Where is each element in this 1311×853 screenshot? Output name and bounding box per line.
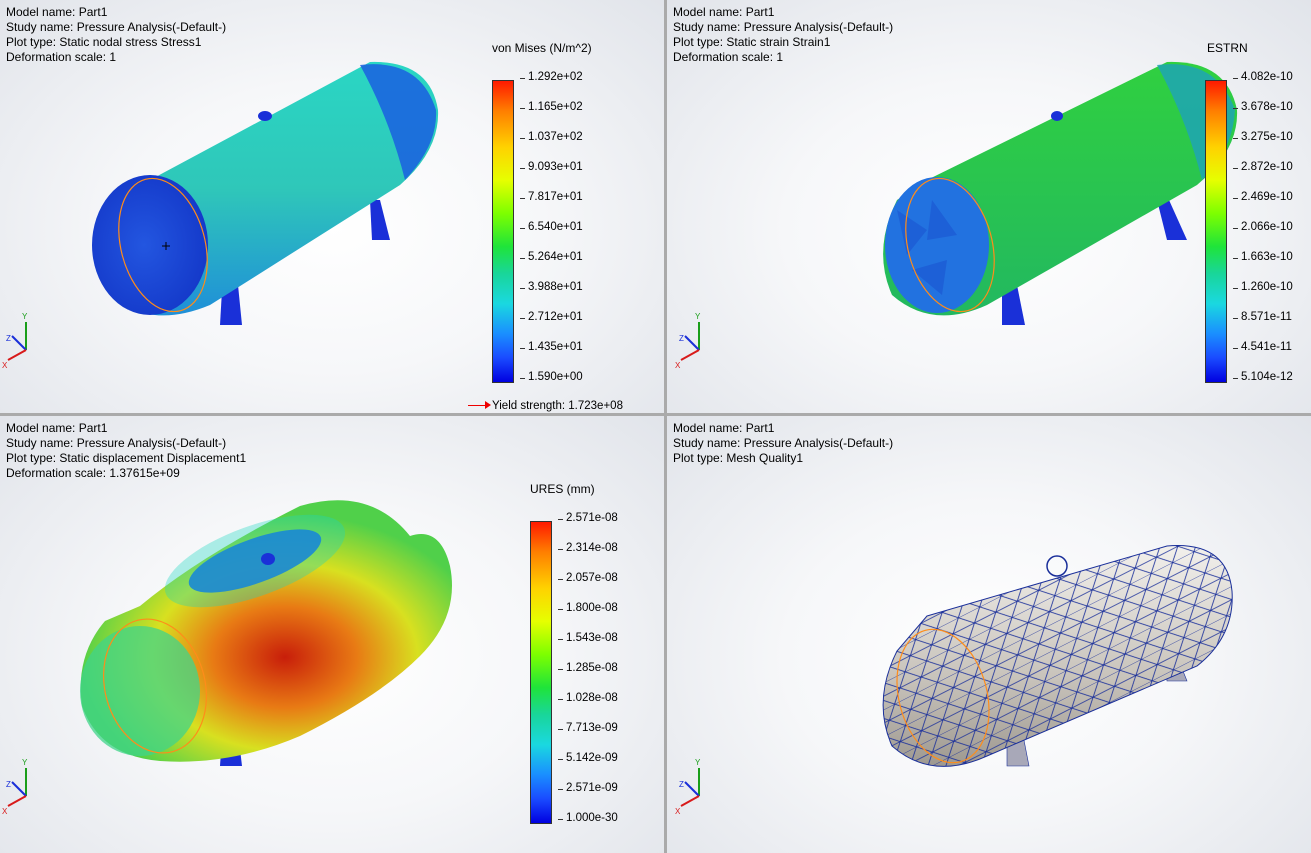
- support-leg: [370, 200, 390, 240]
- nozzle-mesh-refinement: [1046, 555, 1068, 577]
- yield-strength-label: Yield strength: 1.723e+08: [492, 400, 623, 412]
- tank-model-mesh[interactable]: [667, 416, 1311, 853]
- tank-end-cap: [80, 626, 200, 756]
- legend-tick: 2.571e-09: [558, 782, 618, 794]
- legend-tick: 2.872e-10: [1233, 161, 1293, 173]
- triad-y-label: Y: [695, 312, 701, 321]
- legend-tick: 9.093e+01: [520, 161, 583, 173]
- axis-triad-icon: Y Z X: [2, 758, 28, 816]
- triad-y-label: Y: [22, 758, 28, 767]
- tank-end-cap: [92, 175, 208, 315]
- legend-tick: 2.057e-08: [558, 572, 618, 584]
- tank-end-cap: [885, 177, 989, 313]
- legend-tick: 2.712e+01: [520, 311, 583, 323]
- legend-tick: 1.292e+02: [520, 71, 583, 83]
- legend-tick: 7.817e+01: [520, 191, 583, 203]
- legend-tick: 7.713e-09: [558, 722, 618, 734]
- legend-title: ESTRN: [1207, 41, 1248, 55]
- axis-triad-icon: Y Z X: [675, 758, 701, 816]
- legend-tick: 6.540e+01: [520, 221, 583, 233]
- triad-z-label: Z: [6, 334, 11, 343]
- nozzle: [258, 111, 272, 121]
- triad-y-label: Y: [695, 758, 701, 767]
- legend-tick: 2.066e-10: [1233, 221, 1293, 233]
- yield-arrow-icon: [468, 401, 491, 410]
- legend-tick: 3.678e-10: [1233, 101, 1293, 113]
- viewport-splitter-vertical[interactable]: [664, 0, 667, 853]
- legend-tick: 1.285e-08: [558, 662, 618, 674]
- axis-triad-icon: Y Z X: [2, 312, 28, 370]
- legend-tick: 1.165e+02: [520, 101, 583, 113]
- legend-tick: 1.028e-08: [558, 692, 618, 704]
- triad-x-label: X: [2, 807, 8, 816]
- triad-x-label: X: [2, 361, 8, 370]
- color-bar: [1205, 80, 1227, 383]
- legend-title: URES (mm): [530, 482, 595, 496]
- legend-tick: 4.082e-10: [1233, 71, 1293, 83]
- legend-tick: 2.571e-08: [558, 512, 618, 524]
- triad-x-label: X: [675, 361, 681, 370]
- legend-tick: 1.260e-10: [1233, 281, 1293, 293]
- triad-z-label: Z: [679, 334, 684, 343]
- legend-tick: 1.590e+00: [520, 371, 583, 383]
- displacement-plot-viewport[interactable]: Model name: Part1 Study name: Pressure A…: [0, 416, 664, 853]
- legend-title: von Mises (N/m^2): [492, 41, 592, 55]
- legend-tick: 1.037e+02: [520, 131, 583, 143]
- nozzle: [261, 553, 275, 565]
- support-leg: [1157, 200, 1187, 240]
- legend-tick: 2.314e-08: [558, 542, 618, 554]
- legend-tick: 8.571e-11: [1233, 311, 1292, 323]
- legend-tick: 1.663e-10: [1233, 251, 1293, 263]
- strain-plot-viewport[interactable]: Model name: Part1 Study name: Pressure A…: [667, 0, 1311, 413]
- legend-tick: 1.543e-08: [558, 632, 618, 644]
- legend-tick: 3.988e+01: [520, 281, 583, 293]
- triad-x-label: X: [675, 807, 681, 816]
- legend-tick: 4.541e-11: [1233, 341, 1292, 353]
- triad-z-label: Z: [6, 780, 11, 789]
- legend-tick: 1.800e-08: [558, 602, 618, 614]
- triad-y-label: Y: [22, 312, 28, 321]
- legend-tick: 5.104e-12: [1233, 371, 1293, 383]
- legend-tick: 2.469e-10: [1233, 191, 1293, 203]
- color-bar: [530, 521, 552, 824]
- viewport-splitter-horizontal[interactable]: [0, 413, 1311, 416]
- nozzle: [1051, 111, 1063, 121]
- legend-tick: 5.264e+01: [520, 251, 583, 263]
- legend-tick: 1.000e-30: [558, 812, 618, 824]
- mesh-elements: [883, 545, 1233, 767]
- legend-tick: 3.275e-10: [1233, 131, 1293, 143]
- yield-strength-marker: Yield strength: 1.723e+08: [468, 400, 623, 412]
- color-bar: [492, 80, 514, 383]
- legend-tick: 5.142e-09: [558, 752, 618, 764]
- triad-z-label: Z: [679, 780, 684, 789]
- mesh-plot-viewport[interactable]: Model name: Part1 Study name: Pressure A…: [667, 416, 1311, 853]
- legend-tick: 1.435e+01: [520, 341, 583, 353]
- axis-triad-icon: Y Z X: [675, 312, 701, 370]
- stress-plot-viewport[interactable]: Model name: Part1 Study name: Pressure A…: [0, 0, 664, 413]
